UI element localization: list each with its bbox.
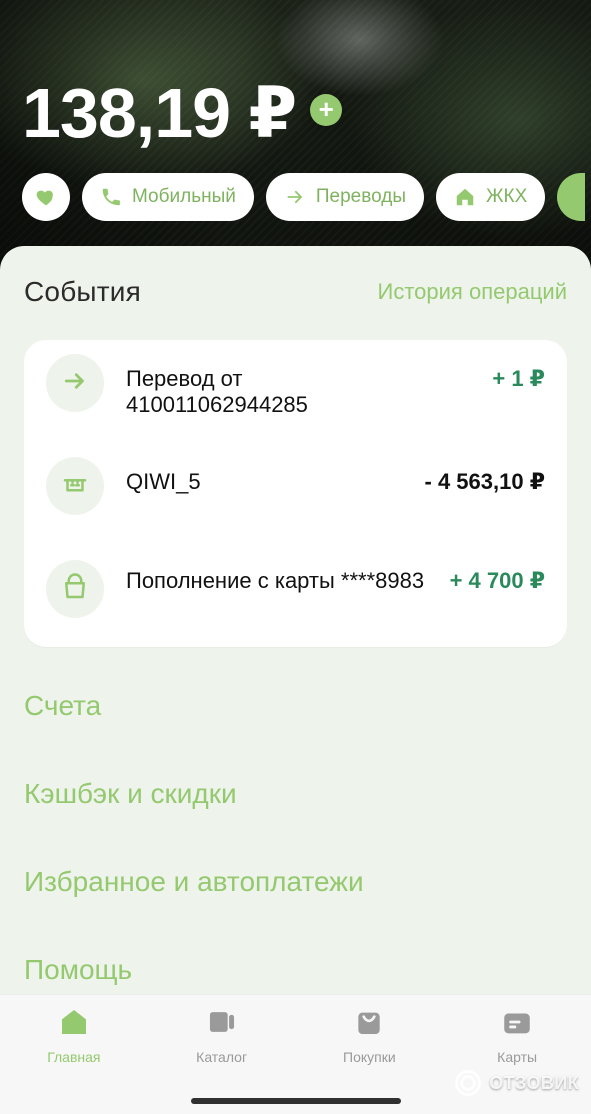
quick-actions: Мобильный Переводы ЖКХ	[22, 173, 586, 221]
favorites-button[interactable]	[22, 173, 70, 221]
utilities-button[interactable]: ЖКХ	[436, 173, 546, 221]
more-quick-actions-partial[interactable]	[557, 173, 586, 221]
cards-tab-icon	[500, 1005, 534, 1039]
tab-bar: Главная Каталог Покупки Карты	[0, 1001, 591, 1065]
mobile-label: Мобильный	[132, 186, 236, 207]
event-row[interactable]: QIWI_5 - 4 563,10 ₽	[24, 443, 567, 531]
menu-item-help[interactable]: Помощь	[24, 954, 567, 986]
phone-icon	[100, 186, 122, 208]
event-row[interactable]: Пополнение с карты ****8983 + 4 700 ₽	[24, 546, 567, 647]
event-icon-container	[46, 354, 104, 412]
bag-icon	[60, 572, 90, 607]
event-icon-container	[46, 457, 104, 515]
transfers-button[interactable]: Переводы	[265, 173, 424, 221]
arrow-right-icon	[284, 186, 306, 208]
tab-purchases[interactable]: Покупки	[309, 1001, 429, 1065]
event-row[interactable]: Перевод от 410011062944285 + 1 ₽	[24, 340, 567, 428]
bottom-navigation: Главная Каталог Покупки Карты	[0, 994, 591, 1114]
events-card: Перевод от 410011062944285 + 1 ₽ QIWI_5 …	[24, 340, 567, 647]
home-indicator	[190, 1098, 401, 1104]
heart-icon	[35, 186, 57, 208]
event-amount: - 4 563,10 ₽	[424, 469, 546, 494]
events-title: События	[24, 276, 141, 307]
catalog-tab-icon	[205, 1005, 239, 1039]
balance-amount: 138,19 ₽	[22, 74, 297, 152]
balance-row: 138,19 ₽ +	[22, 74, 343, 152]
event-icon-container	[46, 560, 104, 618]
menu-item-cashback[interactable]: Кэшбэк и скидки	[24, 778, 567, 810]
event-amount: + 4 700 ₽	[449, 568, 545, 593]
arrow-right-icon	[60, 366, 90, 401]
home-tab-icon	[57, 1005, 91, 1039]
tab-cards-label: Карты	[497, 1049, 538, 1065]
transfers-label: Переводы	[315, 186, 406, 207]
history-link[interactable]: История операций	[378, 279, 567, 305]
add-funds-button[interactable]: +	[310, 94, 343, 126]
tab-purchases-label: Покупки	[343, 1049, 396, 1065]
store-icon	[60, 469, 90, 504]
main-sheet: События История операций Перевод от 4100…	[0, 246, 591, 1114]
event-amount: + 1 ₽	[492, 366, 545, 391]
purchases-tab-icon	[352, 1005, 386, 1039]
utilities-label: ЖКХ	[486, 186, 528, 207]
event-title: Пополнение с карты ****8983	[126, 568, 425, 593]
tab-home[interactable]: Главная	[14, 1001, 134, 1065]
main-menu: Счета Кэшбэк и скидки Избранное и автопл…	[24, 690, 567, 1042]
events-header: События История операций	[24, 276, 567, 308]
tab-catalog-label: Каталог	[196, 1049, 248, 1065]
tab-catalog[interactable]: Каталог	[162, 1001, 282, 1065]
mobile-button[interactable]: Мобильный	[82, 173, 254, 221]
menu-item-favorites-autopay[interactable]: Избранное и автоплатежи	[24, 866, 567, 898]
tab-home-label: Главная	[47, 1049, 101, 1065]
menu-item-accounts[interactable]: Счета	[24, 690, 567, 722]
event-title: QIWI_5	[126, 469, 201, 494]
home-icon	[454, 186, 476, 208]
tab-cards[interactable]: Карты	[457, 1001, 577, 1065]
app-screen: 138,19 ₽ + Мобильный Переводы ЖКХ Событи…	[0, 0, 591, 1114]
event-title: Перевод от 410011062944285	[126, 366, 308, 418]
plus-icon: +	[318, 94, 334, 124]
